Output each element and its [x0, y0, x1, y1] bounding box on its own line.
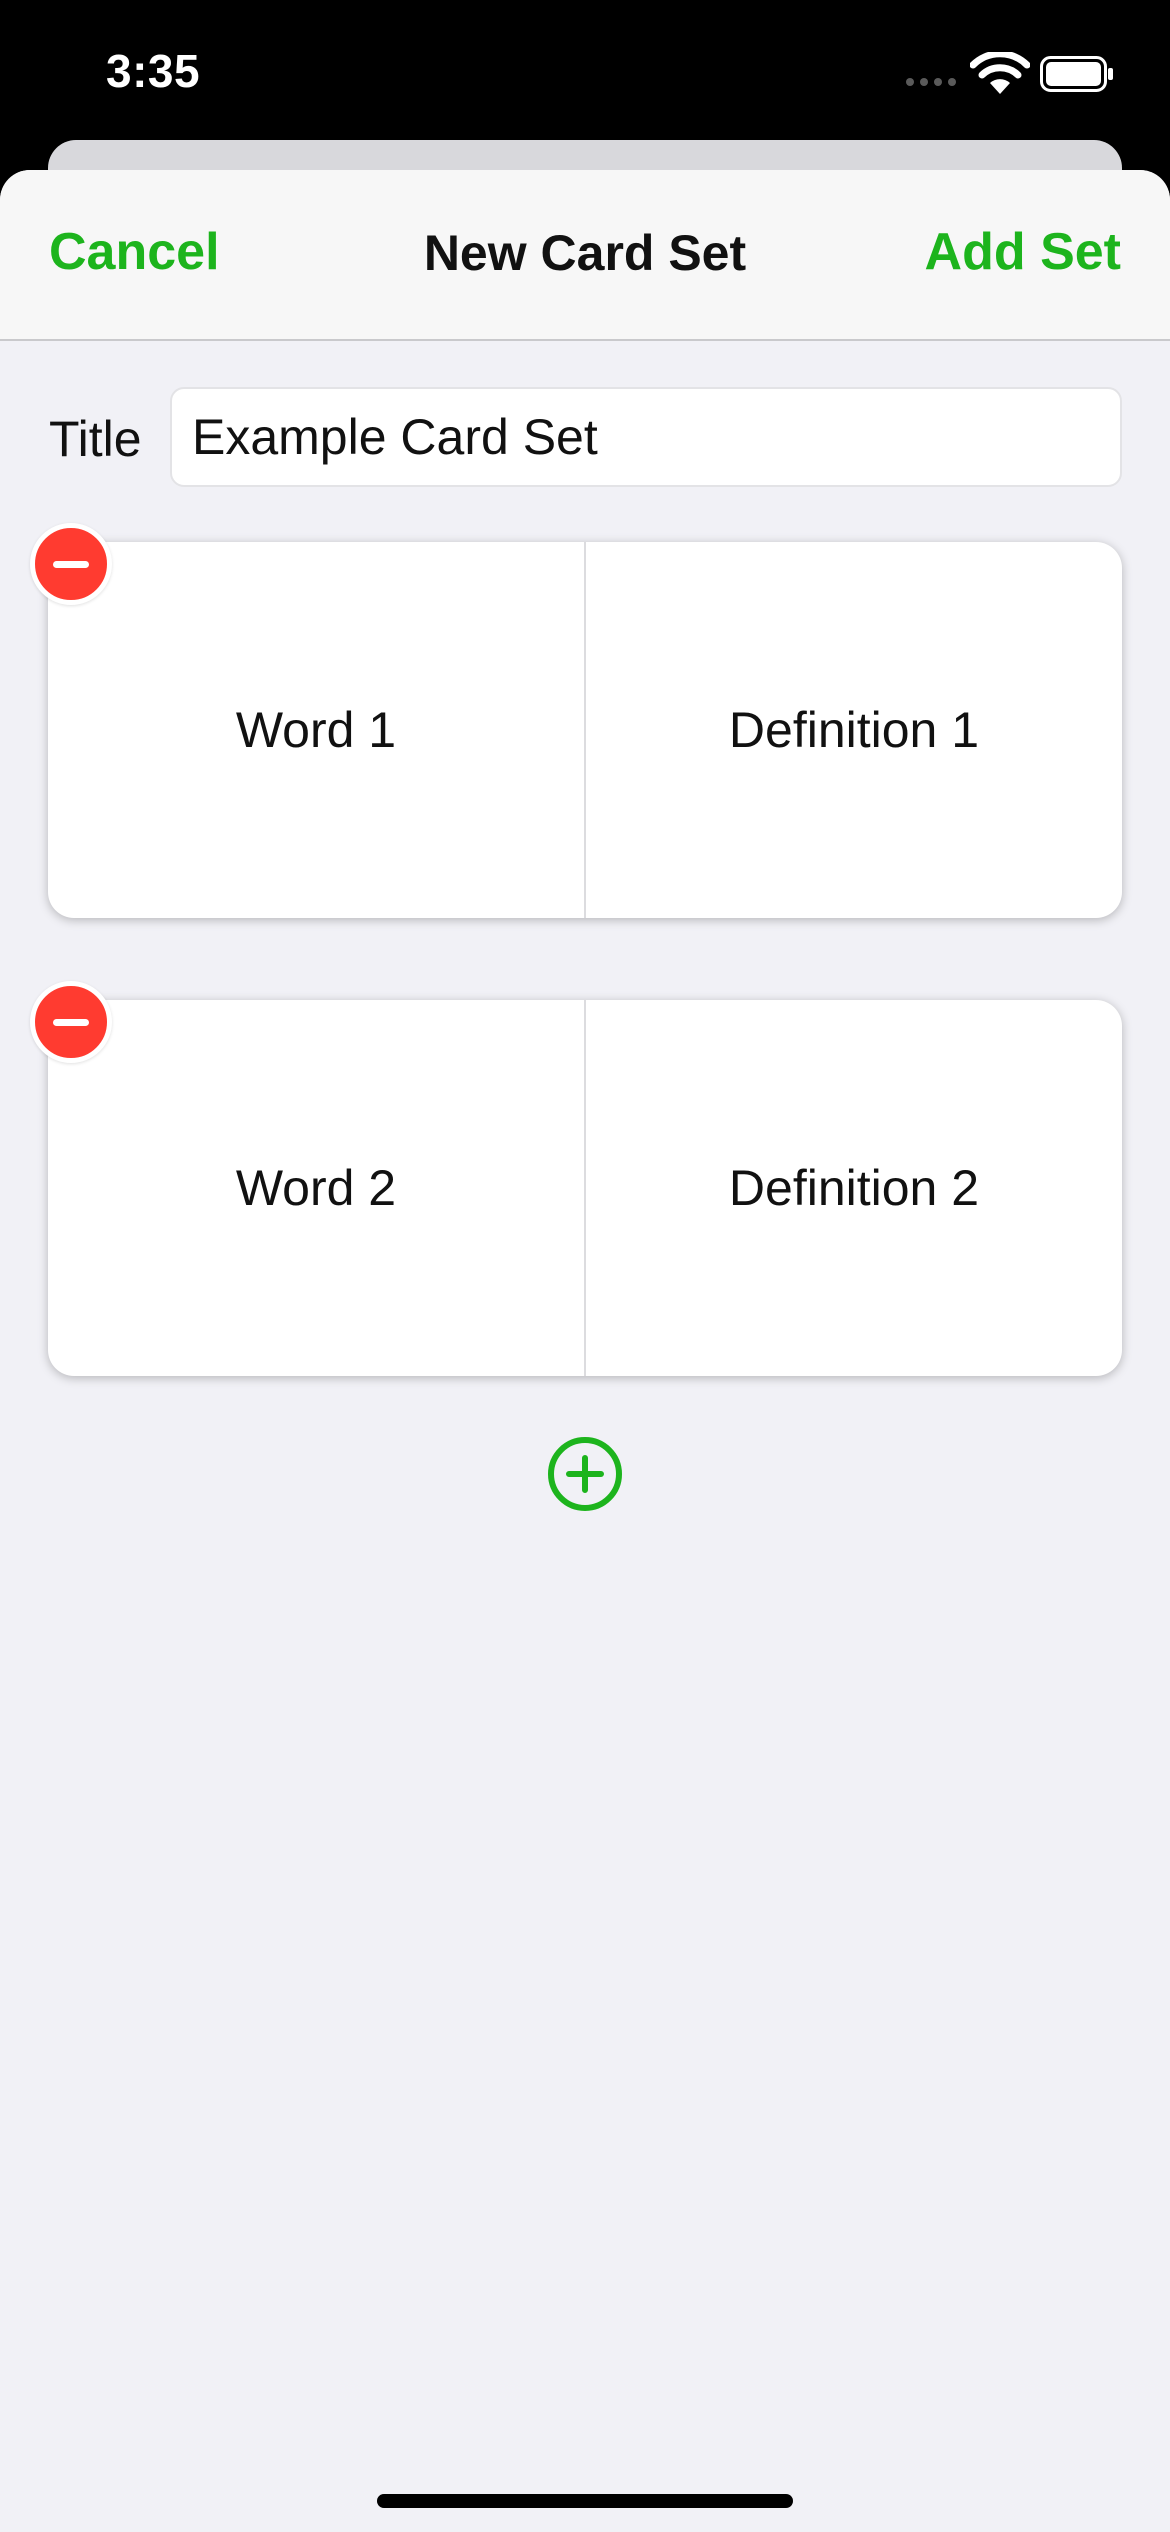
- card-word-field[interactable]: Word 1: [48, 542, 584, 918]
- remove-card-button[interactable]: [30, 981, 112, 1063]
- card-definition-field[interactable]: Definition 1: [586, 542, 1122, 918]
- navigation-bar: Cancel New Card Set Add Set: [0, 170, 1170, 341]
- title-input[interactable]: [170, 387, 1122, 487]
- status-time: 3:35: [106, 45, 201, 97]
- card-item: Word 2 Definition 2: [48, 1000, 1122, 1376]
- card-definition-field[interactable]: Definition 2: [586, 1000, 1122, 1376]
- title-label: Title: [49, 411, 142, 467]
- plus-circle-icon: [548, 1437, 622, 1511]
- new-card-set-sheet: Cancel New Card Set Add Set Title Word 1…: [0, 170, 1170, 2532]
- card-item: Word 1 Definition 1: [48, 542, 1122, 918]
- wifi-icon: [970, 52, 1030, 94]
- add-card-button[interactable]: [547, 1436, 623, 1512]
- home-indicator: [377, 2494, 793, 2508]
- cellular-signal-icon: [906, 78, 956, 86]
- status-bar: 3:35: [0, 0, 1170, 150]
- add-set-button[interactable]: Add Set: [925, 222, 1121, 282]
- battery-icon: [1040, 56, 1113, 92]
- card-word-field[interactable]: Word 2: [48, 1000, 584, 1376]
- remove-card-button[interactable]: [30, 523, 112, 605]
